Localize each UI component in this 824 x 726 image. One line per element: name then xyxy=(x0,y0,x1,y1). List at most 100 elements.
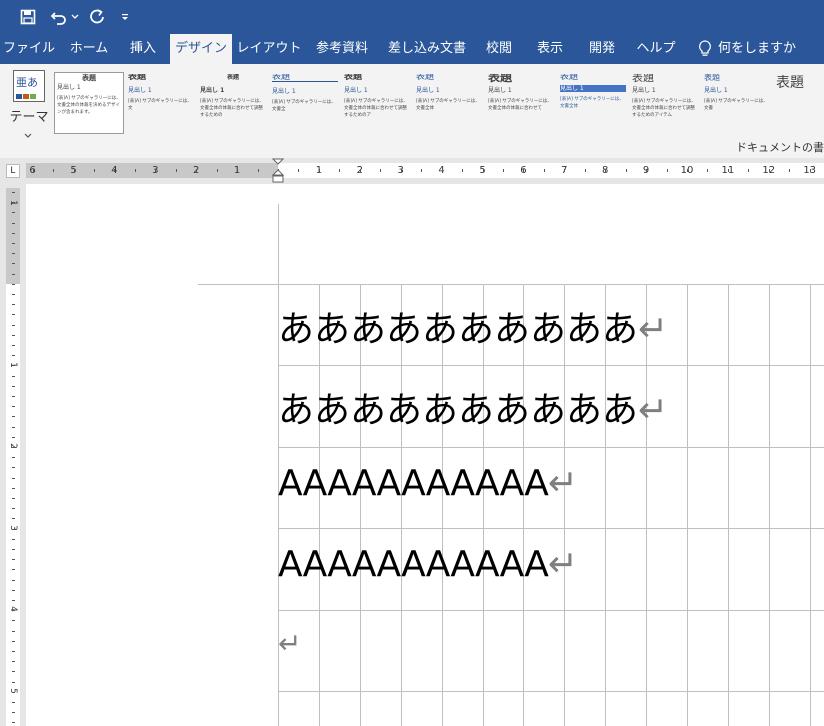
style-heading: 見出し 1 xyxy=(272,88,296,95)
tab-design[interactable]: デザイン xyxy=(170,34,232,64)
style-title: 表題 xyxy=(344,74,363,82)
ruler-tick xyxy=(12,334,15,336)
ruler-tick xyxy=(12,192,15,193)
ruler-label: 2 xyxy=(8,443,18,449)
style-body: [表]A] サブのギャラリーには、文 xyxy=(128,99,192,111)
paragraph-line-3[interactable]: AAAAAAAAAAA↵ xyxy=(278,463,578,504)
ruler-tick xyxy=(605,169,607,172)
tab-file[interactable]: ファイル xyxy=(0,34,58,64)
style-set-10[interactable]: 表題 xyxy=(776,74,824,132)
style-set-2[interactable]: 表題 見出し 1 [表]A] サブのギャラリーには、文書全体の体裁に合わせて調整… xyxy=(200,74,266,132)
style-set-9[interactable]: 表題 見出し 1 [表]A] サブのギャラリーには、文書 xyxy=(704,74,770,132)
ruler-tick xyxy=(12,457,15,459)
ruler-tick xyxy=(12,559,15,561)
ruler-tick xyxy=(12,365,15,367)
ruler-tick xyxy=(93,169,95,172)
ruler-tick xyxy=(12,396,15,397)
ruler-label: 3 xyxy=(8,524,18,531)
paragraph-line-4[interactable]: AAAAAAAAAAA↵ xyxy=(278,544,578,585)
ruler-tick xyxy=(73,169,75,172)
paragraph-line-5[interactable]: ↵ xyxy=(278,627,301,660)
style-set-1[interactable]: 表題 見出し 1 [表]A] サブのギャラリーには、文 xyxy=(128,74,194,132)
style-body: [表]A] サブのギャラリーには、文書全体の体裁に合わせて調整するためのア xyxy=(344,99,408,118)
ruler-tick xyxy=(12,620,15,622)
ruler-tick xyxy=(12,518,15,520)
customize-qat-icon[interactable] xyxy=(118,0,132,34)
ruler-tick xyxy=(12,314,15,316)
ruler-tick xyxy=(12,243,15,244)
tab-help[interactable]: ヘルプ xyxy=(630,34,682,64)
ruler-tick xyxy=(12,467,15,469)
paragraph-line-2[interactable]: ああああああああああ↵ xyxy=(278,381,668,433)
tab-view[interactable]: 表示 xyxy=(528,34,572,64)
theme-icon: 亜あ xyxy=(13,70,45,102)
style-set-4[interactable]: 表題 見出し 1 [表]A] サブのギャラリーには、文書全体の体裁に合わせて調整… xyxy=(344,74,410,132)
line-text: ああああああああああ xyxy=(278,309,639,350)
vertical-ruler[interactable]: 112345 xyxy=(0,184,26,726)
tab-insert[interactable]: 挿入 xyxy=(118,34,168,64)
tab-layout[interactable]: レイアウト xyxy=(236,34,302,64)
ruler-tick xyxy=(12,253,15,255)
style-heading: 見出し 1 xyxy=(416,87,440,94)
ruler-tick xyxy=(768,169,770,172)
ruler-tick xyxy=(12,283,15,285)
ruler-tick xyxy=(216,169,218,172)
ruler-tick xyxy=(12,661,15,663)
style-body: [表]A] サブのギャラリーには、文書全体 xyxy=(416,99,480,111)
style-body: [表]A] サブのギャラリーには、文書全体の体裁を決めるデザインが含まれます。 xyxy=(57,96,121,115)
ruler-tick xyxy=(523,169,525,172)
ruler-tick xyxy=(114,169,116,172)
tab-selector[interactable]: L xyxy=(6,164,20,178)
style-set-5[interactable]: 表題 見出し 1 [表]A] サブのギャラリーには、文書全体 xyxy=(416,74,482,132)
ruler-tick xyxy=(625,169,627,172)
save-icon[interactable] xyxy=(16,0,40,34)
ruler-tick xyxy=(237,169,239,172)
tab-review[interactable]: 校閲 xyxy=(478,34,520,64)
style-heading: 見出し 1 xyxy=(488,87,512,94)
ruler-tick xyxy=(564,169,566,172)
paragraph-line-1[interactable]: ああああああああああ↵ xyxy=(278,300,668,352)
style-set-7[interactable]: 表題 見出し 1 [表]A] サブのギャラリーには、文書全体 xyxy=(560,74,626,132)
themes-button[interactable]: 亜あ テーマ xyxy=(6,68,52,138)
ruler-tick xyxy=(12,538,15,540)
ruler-tick xyxy=(12,549,15,550)
horizontal-ruler[interactable]: L 65432112345678910111213 xyxy=(0,158,824,184)
lightbulb-icon xyxy=(694,34,716,64)
ruler-tick xyxy=(462,169,464,172)
ruler-tick xyxy=(12,324,15,326)
paragraph-mark-icon: ↵ xyxy=(278,627,302,660)
ruler-tick xyxy=(12,304,15,306)
tab-developer[interactable]: 開発 xyxy=(580,34,624,64)
tell-me-search[interactable]: 何をしますか xyxy=(718,34,802,64)
tab-references[interactable]: 参考資料 xyxy=(308,34,376,64)
ruler-tick xyxy=(12,477,15,479)
ruler-tick xyxy=(12,222,15,224)
group-label-document-formatting: ドキュメントの書 xyxy=(736,141,824,154)
ruler-tick xyxy=(687,169,688,172)
line-text: AAAAAAAAAAA xyxy=(278,544,549,585)
tab-mailings[interactable]: 差し込み文書 xyxy=(382,34,472,64)
style-heading: 見出し 1 xyxy=(632,87,656,94)
ruler-tick xyxy=(318,169,320,172)
ruler-tick xyxy=(32,169,34,172)
style-body: [表]A] サブのギャラリーには、文書全体の体裁に合わせて xyxy=(488,99,552,111)
style-body: [表]A] サブのギャラリーには、文書全体 xyxy=(560,97,624,109)
document-canvas: ああああああああああ↵ ああああああああああ↵ AAAAAAAAAAA↵ AAA… xyxy=(26,184,824,726)
redo-icon[interactable] xyxy=(86,0,108,34)
style-set-6[interactable]: 表題 見出し 1 [表]A] サブのギャラリーには、文書全体の体裁に合わせて xyxy=(488,74,554,132)
document-grid xyxy=(198,204,824,726)
ruler-tick xyxy=(175,169,177,172)
tab-home[interactable]: ホーム xyxy=(60,34,118,64)
document-page[interactable]: ああああああああああ↵ ああああああああああ↵ AAAAAAAAAAA↵ AAA… xyxy=(26,184,824,726)
chevron-down-icon[interactable] xyxy=(70,0,80,34)
ruler-tick xyxy=(196,169,198,172)
ruler-tick xyxy=(400,169,402,172)
style-set-0[interactable]: 表題 見出し 1 [表]A] サブのギャラリーには、文書全体の体裁を決めるデザイ… xyxy=(54,72,124,134)
undo-icon[interactable] xyxy=(46,0,72,34)
style-set-8[interactable]: 表題 見出し 1 [表]A] サブのギャラリーには、文書全体の体裁に合わせて調整… xyxy=(632,74,698,132)
style-body: [表]A] サブのギャラリーには、文書 xyxy=(704,99,768,111)
style-set-3[interactable]: 表題 見出し 1 [表]A] サブのギャラリーには、文書全 xyxy=(272,74,338,132)
paragraph-mark-icon: ↵ xyxy=(547,544,578,585)
ruler-tick xyxy=(298,169,300,172)
ruler-tick xyxy=(666,169,668,172)
